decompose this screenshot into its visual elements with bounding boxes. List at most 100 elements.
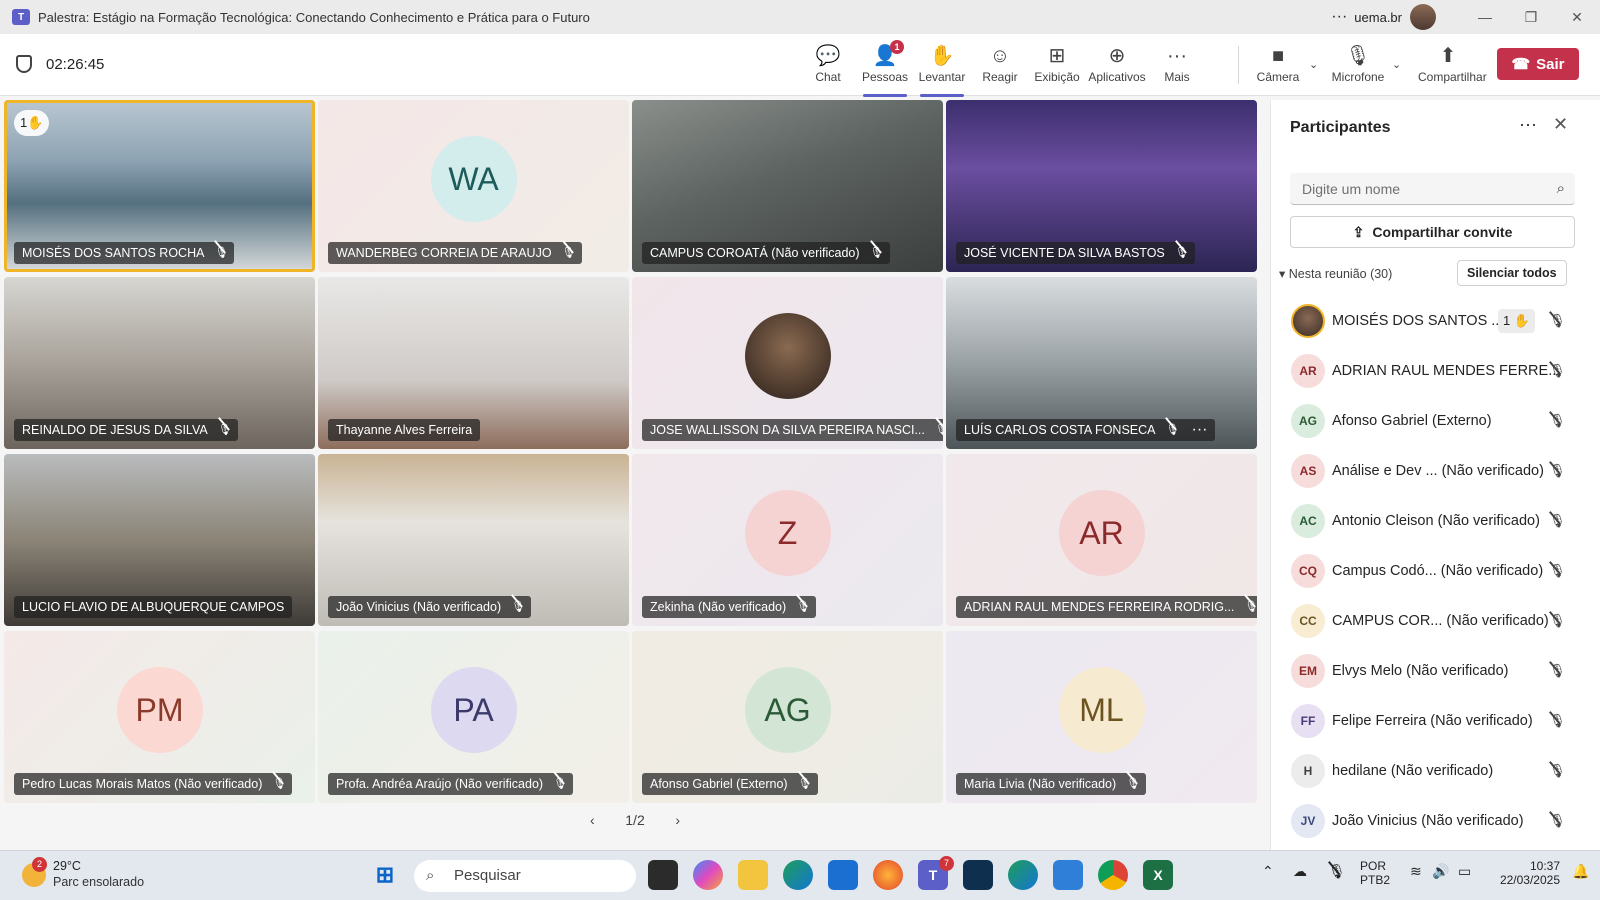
clock[interactable]: 10:37 22/03/2025 <box>1490 859 1560 887</box>
video-tile[interactable]: WA WANDERBEG CORREIA DE ARAUJO 🎙 <box>318 100 629 272</box>
next-page-button[interactable]: › <box>675 812 680 828</box>
wifi-icon[interactable]: ≋ <box>1410 863 1422 880</box>
notifications-icon[interactable]: 🔔 <box>1572 863 1589 880</box>
maximize-button[interactable]: ❐ <box>1508 9 1554 26</box>
camera-button[interactable]: ■ Câmera <box>1248 42 1308 84</box>
notepad-icon[interactable] <box>1053 860 1083 890</box>
phone-hangup-icon: ☎ <box>1511 56 1531 73</box>
video-tile[interactable]: JOSE WALLISSON DA SILVA PEREIRA NASCI...… <box>632 277 943 449</box>
participant-row[interactable]: MOISÉS DOS SANTOS ... 1 ✋ 🎙 <box>1271 296 1600 346</box>
video-tile[interactable]: Z Zekinha (Não verificado) 🎙 <box>632 454 943 626</box>
firefox-icon[interactable] <box>873 860 903 890</box>
video-tile[interactable]: ML Maria Livia (Não verificado) 🎙 <box>946 631 1257 803</box>
people-badge: 1 <box>890 40 904 54</box>
store-icon[interactable] <box>828 860 858 890</box>
edge-dev-icon[interactable] <box>1008 860 1038 890</box>
people-button[interactable]: 👤 1 Pessoas <box>855 40 915 97</box>
tile-more-options-button[interactable]: ··· <box>1191 419 1207 441</box>
mic-off-icon: 🎙 <box>1549 663 1566 678</box>
edge-icon[interactable] <box>783 860 813 890</box>
participant-row[interactable]: AG Afonso Gabriel (Externo) 🎙 <box>1271 396 1600 446</box>
taskbar: 2 29°C Parc ensolarado ⊞ ⌕ Pesquisar T 7… <box>0 850 1600 900</box>
app-icon[interactable] <box>963 860 993 890</box>
mute-all-button[interactable]: Silenciar todos <box>1457 260 1567 286</box>
video-tile[interactable]: AR ADRIAN RAUL MENDES FERREIRA RODRIG...… <box>946 454 1257 626</box>
mic-off-icon: 🎙 <box>1549 313 1566 328</box>
view-button[interactable]: ⊞ Exibição <box>1027 42 1087 84</box>
video-tile[interactable]: AG Afonso Gabriel (Externo) 🎙 <box>632 631 943 803</box>
participant-row[interactable]: FF Felipe Ferreira (Não verificado) 🎙 <box>1271 696 1600 746</box>
chat-button[interactable]: 💬 Chat <box>798 42 858 84</box>
search-icon: ⌕ <box>1556 180 1565 197</box>
participant-search-input[interactable]: Digite um nome ⌕ <box>1290 173 1575 205</box>
search-icon: ⌕ <box>426 867 435 884</box>
participant-avatar: ML <box>1058 667 1145 753</box>
video-tile[interactable]: 1✋ MOISÉS DOS SANTOS ROCHA 🎙 <box>4 100 315 272</box>
participant-row[interactable]: CQ Campus Codó... (Não verificado) 🎙 <box>1271 546 1600 596</box>
copilot-icon[interactable] <box>693 860 723 890</box>
excel-icon[interactable]: X <box>1143 860 1173 890</box>
share-icon: ⬆ <box>1439 45 1457 67</box>
in-meeting-section-toggle[interactable]: ▾ Nesta reunião (30) <box>1279 266 1392 281</box>
video-tile[interactable]: LUCIO FLAVIO DE ALBUQUERQUE CAMPOS <box>4 454 315 626</box>
network-status-icon[interactable]: ☁ <box>1293 863 1307 880</box>
mic-off-icon: 🎙 <box>1549 613 1566 628</box>
battery-icon[interactable]: ▭ <box>1458 863 1471 880</box>
participant-row[interactable]: AC Antonio Cleison (Não verificado) 🎙 <box>1271 496 1600 546</box>
close-window-button[interactable]: ✕ <box>1554 9 1600 26</box>
video-tile[interactable]: João Vinicius (Não verificado) 🎙 <box>318 454 629 626</box>
participant-row[interactable]: CC CAMPUS COR... (Não verificado) 🎙 <box>1271 596 1600 646</box>
more-options-button[interactable]: ··· <box>1324 8 1354 26</box>
org-label: uema.br <box>1354 9 1402 25</box>
panel-close-button[interactable]: ✕ <box>1553 114 1568 135</box>
more-actions-button[interactable]: ··· Mais <box>1147 42 1207 84</box>
participant-row[interactable]: AS Análise e Dev ... (Não verificado) 🎙 <box>1271 446 1600 496</box>
video-tile[interactable]: PA Profa. Andréa Araújo (Não verificado)… <box>318 631 629 803</box>
video-tile[interactable]: PM Pedro Lucas Morais Matos (Não verific… <box>4 631 315 803</box>
video-tile[interactable]: Thayanne Alves Ferreira <box>318 277 629 449</box>
mic-off-icon: 🎙 <box>870 242 884 264</box>
video-tile[interactable]: CAMPUS COROATÁ (Não verificado) 🎙 <box>632 100 943 272</box>
panel-more-button[interactable]: ··· <box>1519 114 1537 135</box>
chevron-down-icon: ▾ <box>1279 267 1286 281</box>
grid-pager: ‹ 1/2 › <box>590 812 680 828</box>
video-tile[interactable]: LUÍS CARLOS COSTA FONSECA 🎙 ··· <box>946 277 1257 449</box>
mic-options-chevron-icon[interactable]: ⌄ <box>1392 58 1401 71</box>
raise-hand-button[interactable]: ✋ Levantar <box>912 42 972 97</box>
microphone-button[interactable]: 🎙 Microfone <box>1328 42 1388 84</box>
file-explorer-icon[interactable] <box>738 860 768 890</box>
participant-name-tag: JOSÉ VICENTE DA SILVA BASTOS 🎙 <box>956 242 1195 264</box>
camera-options-chevron-icon[interactable]: ⌄ <box>1309 58 1318 71</box>
share-invite-button[interactable]: ⇪ Compartilhar convite <box>1290 216 1575 248</box>
video-grid: 1✋ MOISÉS DOS SANTOS ROCHA 🎙 WA WANDERBEG… <box>4 100 1265 807</box>
participant-avatar: H <box>1291 754 1325 788</box>
view-icon: ⊞ <box>1048 45 1066 67</box>
prev-page-button[interactable]: ‹ <box>590 812 595 828</box>
participant-avatar: AG <box>1291 404 1325 438</box>
react-button[interactable]: ☺ Reagir <box>970 42 1030 84</box>
participant-row[interactable]: AR ADRIAN RAUL MENDES FERRE... 🎙 <box>1271 346 1600 396</box>
video-tile[interactable]: JOSÉ VICENTE DA SILVA BASTOS 🎙 <box>946 100 1257 272</box>
participant-row[interactable]: EM Elvys Melo (Não verificado) 🎙 <box>1271 646 1600 696</box>
participant-row[interactable]: H hedilane (Não verificado) 🎙 <box>1271 746 1600 796</box>
task-view-icon[interactable] <box>648 860 678 890</box>
participant-avatar: CQ <box>1291 554 1325 588</box>
meeting-timer: 02:26:45 <box>46 56 105 73</box>
teams-badge: 7 <box>939 856 954 871</box>
taskbar-search-box[interactable]: ⌕ Pesquisar <box>414 860 636 892</box>
mic-off-icon[interactable]: 🎙 <box>1328 863 1346 880</box>
share-button[interactable]: ⬆ Compartilhar <box>1418 42 1487 84</box>
apps-button[interactable]: ⊕ Aplicativos <box>1087 42 1147 84</box>
windows-start-icon[interactable]: ⊞ <box>370 860 400 890</box>
participant-name-tag: MOISÉS DOS SANTOS ROCHA 🎙 <box>14 242 235 264</box>
leave-button[interactable]: ☎ Sair <box>1497 48 1579 80</box>
volume-icon[interactable]: 🔊 <box>1432 863 1449 880</box>
language-indicator[interactable]: POR PTB2 <box>1360 859 1390 887</box>
video-tile[interactable]: REINALDO DE JESUS DA SILVA 🎙 <box>4 277 315 449</box>
chrome-icon[interactable] <box>1098 860 1128 890</box>
participant-row[interactable]: JV João Vinicius (Não verificado) 🎙 <box>1271 796 1600 846</box>
chevron-up-icon[interactable]: ⌃ <box>1262 863 1274 880</box>
participant-name-tag: Zekinha (Não verificado) 🎙 <box>642 596 817 618</box>
minimize-button[interactable]: — <box>1462 9 1508 25</box>
profile-avatar[interactable] <box>1410 4 1436 30</box>
